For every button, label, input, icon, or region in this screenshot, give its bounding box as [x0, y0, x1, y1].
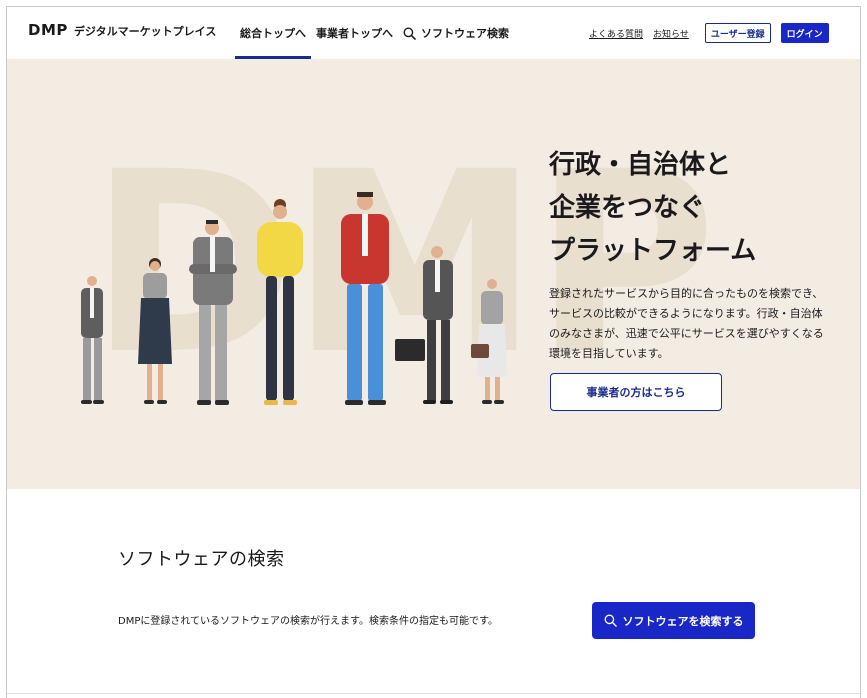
section-divider [7, 693, 860, 694]
hero-description: 登録されたサービスから目的に合ったものを検索でき、 サービスの比較ができるように… [549, 284, 839, 364]
hero-section: DMP 行政・自治体と 企業をつなぐ プラットフォーム 登録されたサービスから目… [7, 59, 860, 489]
hero-description-line: のみなさまが、迅速で公平にサービスを選びやすくなる [549, 327, 824, 340]
user-register-button[interactable]: ユーザー登録 [704, 23, 771, 43]
faq-link[interactable]: よくある質問 [589, 27, 643, 40]
search-icon [604, 614, 617, 627]
hero-title-line: 行政・自治体と [549, 150, 732, 180]
main-nav: 総合トップへ 事業者トップへ ソフトウェア検索 [235, 7, 514, 59]
logo-mark: DMP [28, 21, 68, 39]
nav-business-top[interactable]: 事業者トップへ [311, 7, 398, 59]
hero-description-line: 登録されたサービスから目的に合ったものを検索でき、 [549, 287, 824, 300]
person-figure [189, 220, 237, 405]
news-link[interactable]: お知らせ [653, 27, 689, 40]
software-search-description: DMPに登録されているソフトウェアの検索が行えます。検索条件の指定も可能です。 [118, 616, 499, 627]
hero-description-line: サービスの比較ができるようになります。行政・自治体 [549, 307, 823, 320]
hero-title: 行政・自治体と 企業をつなぐ プラットフォーム [549, 144, 849, 273]
search-software-button-label: ソフトウェアを検索する [622, 614, 744, 628]
header-actions: よくある質問 お知らせ ユーザー登録 ログイン [589, 7, 829, 59]
search-software-button[interactable]: ソフトウェアを検索する [592, 602, 755, 639]
person-figure [471, 279, 507, 404]
nav-business-top-label: 事業者トップへ [316, 27, 393, 40]
person-figure [81, 276, 104, 404]
hero-title-line: 企業をつなぐ [549, 193, 706, 223]
person-figure [341, 192, 389, 405]
business-people-illustration [81, 192, 507, 405]
business-users-button-label: 事業者の方はこちら [586, 386, 686, 399]
hero-title-line: プラットフォーム [549, 236, 757, 266]
hero-description-line: 環境を目指しています。 [549, 347, 669, 360]
business-users-button[interactable]: 事業者の方はこちら [550, 373, 722, 411]
nav-software-search[interactable]: ソフトウェア検索 [398, 7, 514, 59]
nav-general-top-label: 総合トップへ [240, 27, 306, 40]
page-frame: DMP デジタルマーケットプレイス 総合トップへ 事業者トップへ ソフトウェア検… [6, 6, 861, 698]
search-icon [403, 27, 416, 40]
software-search-title: ソフトウェアの検索 [118, 549, 285, 570]
site-header: DMP デジタルマーケットプレイス 総合トップへ 事業者トップへ ソフトウェア検… [7, 7, 860, 59]
nav-software-search-label: ソフトウェア検索 [421, 27, 509, 40]
person-figure [257, 199, 303, 405]
site-logo[interactable]: DMP デジタルマーケットプレイス [28, 21, 216, 45]
nav-general-top[interactable]: 総合トップへ [235, 7, 311, 59]
login-button[interactable]: ログイン [780, 23, 829, 43]
person-figure [138, 258, 172, 404]
person-figure [395, 246, 453, 404]
logo-text: デジタルマーケットプレイス [73, 25, 217, 38]
